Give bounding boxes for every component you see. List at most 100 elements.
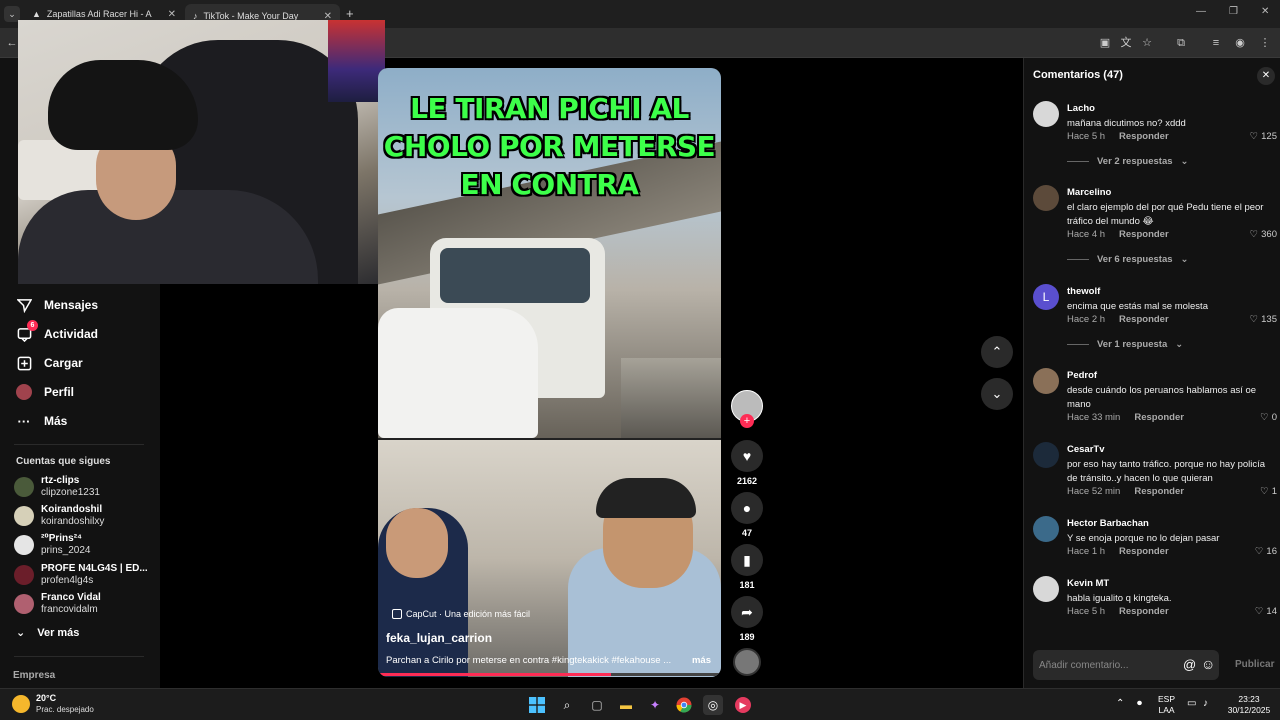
- bookmark-star-icon[interactable]: ☆: [1139, 35, 1155, 51]
- reply-button[interactable]: Responder: [1119, 314, 1169, 325]
- extensions-icon[interactable]: ⧉: [1173, 35, 1189, 51]
- mention-at-icon[interactable]: @: [1183, 657, 1196, 672]
- chevron-down-icon: ⌄: [991, 386, 1003, 401]
- avatar[interactable]: [1033, 185, 1059, 211]
- reply-button[interactable]: Responder: [1119, 131, 1169, 142]
- comment-user[interactable]: thewolf: [1067, 286, 1100, 297]
- video-author[interactable]: feka_lujan_carrion: [386, 631, 492, 645]
- capcut-label: CapCut · Una edición más fácil: [392, 609, 530, 619]
- like-button[interactable]: ♥ 2162: [731, 440, 763, 486]
- nav-more[interactable]: ··· Más: [16, 410, 68, 432]
- avatar: [14, 477, 34, 497]
- avatar[interactable]: [1033, 442, 1059, 468]
- more-button[interactable]: más: [692, 655, 711, 666]
- translate-icon[interactable]: 文: [1118, 35, 1134, 51]
- search-icon[interactable]: ⌕: [557, 695, 577, 715]
- following-name: Franco Vidal: [41, 592, 101, 603]
- network-icon[interactable]: ▭: [1187, 698, 1196, 709]
- maximize-icon[interactable]: ❐: [1229, 6, 1238, 17]
- tray-chevron-up-icon[interactable]: ⌃: [1116, 698, 1124, 709]
- avatar[interactable]: [1033, 368, 1059, 394]
- comment-input-box: @ ☺: [1033, 650, 1219, 680]
- following-name: Koirandoshil: [41, 504, 103, 515]
- comment-user[interactable]: Kevin MT: [1067, 578, 1109, 589]
- weather-widget[interactable]: 20°C Prac. despejado: [12, 693, 94, 715]
- media-control-icon[interactable]: ≡: [1208, 35, 1224, 51]
- language-indicator[interactable]: ESP LAA: [1158, 694, 1175, 716]
- comment-user[interactable]: Hector Barbachan: [1067, 518, 1149, 529]
- avatar[interactable]: [1033, 101, 1059, 127]
- previous-video-button[interactable]: ⌃: [981, 336, 1013, 368]
- nav-label: Cargar: [44, 356, 83, 370]
- windows-start-icon[interactable]: [527, 695, 547, 715]
- see-more-button[interactable]: ⌄ Ver más: [16, 626, 79, 640]
- comment-like-button[interactable]: ♡ 125: [1250, 131, 1277, 142]
- comment-like-button[interactable]: ♡ 16: [1255, 546, 1277, 557]
- view-replies-button[interactable]: Ver 1 respuesta ⌄: [1067, 339, 1183, 350]
- comment-like-button[interactable]: ♡ 360: [1250, 229, 1277, 240]
- avatar[interactable]: L: [1033, 284, 1059, 310]
- clock[interactable]: 23:23 30/12/2025: [1226, 694, 1272, 716]
- following-item[interactable]: Franco Vidal francovidalm: [14, 591, 101, 617]
- nav-upload[interactable]: Cargar: [16, 352, 83, 374]
- comment-user[interactable]: Lacho: [1067, 103, 1095, 114]
- media-player-icon[interactable]: ▶: [733, 695, 753, 715]
- new-tab-button[interactable]: +: [346, 6, 354, 21]
- video-player[interactable]: LE TIRAN PICHI AL CHOLO POR METERSE EN C…: [378, 68, 721, 677]
- video-progress-bar[interactable]: [378, 673, 721, 676]
- music-disc-icon[interactable]: [733, 648, 761, 676]
- reply-button[interactable]: Responder: [1134, 486, 1184, 497]
- publish-button[interactable]: Publicar: [1235, 659, 1274, 670]
- comment-text: habla igualito q kingteka.: [1067, 593, 1172, 604]
- comment-user[interactable]: Marcelino: [1067, 187, 1111, 198]
- reply-button[interactable]: Responder: [1134, 412, 1184, 423]
- video-overlay-title: LE TIRAN PICHI AL CHOLO POR METERSE EN C…: [383, 92, 716, 201]
- menu-dots-icon[interactable]: ⋮: [1257, 35, 1273, 51]
- comment-input[interactable]: [1039, 656, 1179, 674]
- comment-like-button[interactable]: ♡ 135: [1250, 314, 1277, 325]
- comment-like-button[interactable]: ♡ 14: [1255, 606, 1277, 617]
- nav-messages[interactable]: Mensajes: [16, 294, 98, 316]
- replies-line: [1067, 344, 1089, 345]
- emoji-icon[interactable]: ☺: [1201, 656, 1215, 672]
- follow-plus-icon[interactable]: +: [740, 414, 754, 428]
- microphone-icon[interactable]: ⏺: [1137, 698, 1142, 709]
- volume-icon[interactable]: ♪: [1203, 698, 1208, 709]
- close-window-icon[interactable]: ✕: [1261, 6, 1269, 17]
- avatar[interactable]: [1033, 516, 1059, 542]
- profile-icon[interactable]: ◉: [1232, 35, 1248, 51]
- minimize-icon[interactable]: —: [1196, 6, 1206, 17]
- following-name: ²⁰Prins²⁴: [41, 533, 82, 544]
- company-link[interactable]: Empresa: [13, 670, 55, 681]
- share-button[interactable]: ➦ 189: [731, 596, 763, 642]
- save-button[interactable]: ▮ 181: [731, 544, 763, 590]
- following-item[interactable]: ²⁰Prins²⁴ prins_2024: [14, 532, 90, 558]
- following-item[interactable]: Koirandoshil koirandoshilxy: [14, 503, 104, 529]
- comment-like-button[interactable]: ♡ 1: [1260, 486, 1277, 497]
- comment-user[interactable]: CesarTv: [1067, 444, 1105, 455]
- file-explorer-icon[interactable]: ▬: [616, 695, 636, 715]
- close-comments-button[interactable]: ✕: [1257, 67, 1275, 85]
- nav-profile[interactable]: Perfil: [16, 381, 74, 403]
- following-item[interactable]: PROFE N4LG4S | ED... profen4lg4s: [14, 562, 148, 588]
- reply-button[interactable]: Responder: [1119, 546, 1169, 557]
- comment-text: el claro ejemplo del por qué Pedu tiene …: [1067, 202, 1264, 227]
- comment-user[interactable]: Pedrof: [1067, 370, 1097, 381]
- copilot-icon[interactable]: ✦: [645, 695, 665, 715]
- avatar[interactable]: [1033, 576, 1059, 602]
- comment-item: CesarTv por eso hay tanto tráfico. porqu…: [1033, 442, 1277, 502]
- comment-button[interactable]: ● 47: [731, 492, 763, 538]
- view-replies-button[interactable]: Ver 6 respuestas ⌄: [1067, 254, 1189, 265]
- view-replies-button[interactable]: Ver 2 respuestas ⌄: [1067, 156, 1189, 167]
- task-view-icon[interactable]: ▢: [587, 695, 607, 715]
- nav-activity[interactable]: 6 Actividad: [16, 320, 98, 345]
- comment-like-button[interactable]: ♡ 0: [1260, 412, 1277, 423]
- reply-button[interactable]: Responder: [1119, 229, 1169, 240]
- obs-icon[interactable]: ◎: [703, 695, 723, 715]
- next-video-button[interactable]: ⌄: [981, 378, 1013, 410]
- chrome-icon[interactable]: [674, 695, 694, 715]
- cast-icon[interactable]: ▣: [1097, 35, 1113, 51]
- reply-button[interactable]: Responder: [1119, 606, 1169, 617]
- following-item[interactable]: rtz-clips clipzone1231: [14, 474, 100, 500]
- tab-close-icon[interactable]: ✕: [168, 9, 176, 20]
